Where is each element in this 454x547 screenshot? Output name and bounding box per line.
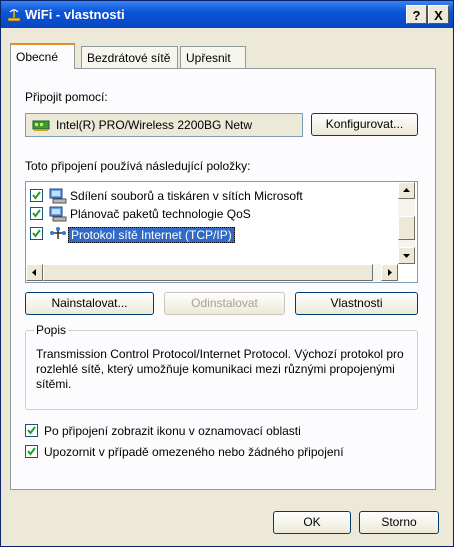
scroll-thumb[interactable] bbox=[398, 216, 415, 240]
checkmark-icon bbox=[27, 447, 36, 456]
horizontal-scrollbar[interactable] bbox=[26, 264, 398, 281]
scroll-up-button[interactable] bbox=[398, 182, 415, 199]
option-show-icon[interactable]: Po připojení zobrazit ikonu v oznamovací… bbox=[25, 423, 415, 439]
title-bar[interactable]: WiFi - vlastnosti ? X bbox=[1, 1, 453, 28]
network-adapter-icon bbox=[32, 120, 50, 131]
checkbox-show-icon[interactable] bbox=[25, 424, 38, 437]
description-group: Popis Transmission Control Protocol/Inte… bbox=[25, 323, 418, 410]
tab-general[interactable]: Obecné bbox=[10, 43, 75, 69]
description-title: Popis bbox=[34, 323, 69, 337]
list-item-label: Plánovač paketů technologie QoS bbox=[70, 207, 251, 221]
properties-button[interactable]: Vlastnosti bbox=[295, 292, 418, 315]
components-label: Toto připojení používá následující polož… bbox=[25, 159, 251, 173]
install-button[interactable]: Nainstalovat... bbox=[25, 292, 154, 315]
checkmark-icon bbox=[27, 426, 36, 435]
arrow-left-icon bbox=[32, 269, 36, 276]
option-notify-limited-label: Upozornit v případě omezeného nebo žádné… bbox=[44, 445, 344, 459]
adapter-field: Intel(R) PRO/Wireless 2200BG Netw bbox=[25, 113, 303, 137]
checkbox-qos-scheduler[interactable] bbox=[30, 207, 43, 220]
ok-button[interactable]: OK bbox=[273, 511, 351, 534]
tab-advanced[interactable]: Upřesnit bbox=[180, 46, 246, 68]
network-service-icon bbox=[49, 206, 67, 222]
connect-using-label: Připojit pomocí: bbox=[25, 90, 108, 104]
arrow-up-icon bbox=[403, 188, 410, 192]
components-list[interactable]: Sdílení souborů a tiskáren v sítích Micr… bbox=[25, 181, 418, 283]
scroll-down-button[interactable] bbox=[398, 247, 415, 264]
list-item-file-printer-sharing[interactable]: Sdílení souborů a tiskáren v sítích Micr… bbox=[30, 188, 390, 205]
checkmark-icon bbox=[32, 209, 41, 218]
horizontal-scroll-thumb[interactable] bbox=[43, 264, 373, 281]
checkbox-tcpip[interactable] bbox=[30, 227, 43, 240]
checkbox-file-printer-sharing[interactable] bbox=[30, 189, 43, 202]
tab-advanced-label: Upřesnit bbox=[186, 51, 231, 65]
tab-wireless-networks[interactable]: Bezdrátové sítě bbox=[81, 46, 178, 68]
properties-dialog: WiFi - vlastnosti ? X Obecné Bezdrátové … bbox=[0, 0, 454, 547]
cancel-button[interactable]: Storno bbox=[359, 511, 439, 534]
network-connection-icon bbox=[7, 9, 21, 22]
description-text: Transmission Control Protocol/Internet P… bbox=[36, 347, 404, 391]
help-button[interactable]: ? bbox=[406, 5, 427, 24]
close-button[interactable]: X bbox=[428, 5, 449, 24]
list-item-tcpip[interactable]: Protokol sítě Internet (TCP/IP) bbox=[30, 226, 390, 243]
list-item-qos-scheduler[interactable]: Plánovač paketů technologie QoS bbox=[30, 206, 390, 223]
tab-general-label: Obecné bbox=[16, 50, 59, 64]
option-notify-limited[interactable]: Upozornit v případě omezeného nebo žádné… bbox=[25, 444, 415, 460]
checkbox-notify-limited[interactable] bbox=[25, 445, 38, 458]
uninstall-button[interactable]: Odinstalovat bbox=[164, 292, 285, 315]
option-show-icon-label: Po připojení zobrazit ikonu v oznamovací… bbox=[44, 424, 301, 438]
checkmark-icon bbox=[32, 191, 41, 200]
arrow-down-icon bbox=[403, 254, 410, 258]
protocol-icon bbox=[50, 227, 66, 239]
arrow-right-icon bbox=[388, 269, 392, 276]
list-item-label: Sdílení souborů a tiskáren v sítích Micr… bbox=[70, 189, 303, 203]
window-title: WiFi - vlastnosti bbox=[25, 7, 125, 22]
configure-button[interactable]: Konfigurovat... bbox=[311, 113, 418, 136]
checkmark-icon bbox=[32, 229, 41, 238]
network-service-icon bbox=[49, 188, 67, 204]
list-item-label: Protokol sítě Internet (TCP/IP) bbox=[68, 227, 235, 243]
vertical-scrollbar[interactable] bbox=[398, 182, 415, 264]
tab-wireless-label: Bezdrátové sítě bbox=[87, 51, 171, 65]
scroll-right-button[interactable] bbox=[381, 264, 398, 281]
scroll-left-button[interactable] bbox=[26, 264, 43, 281]
adapter-name: Intel(R) PRO/Wireless 2200BG Netw bbox=[56, 118, 253, 132]
